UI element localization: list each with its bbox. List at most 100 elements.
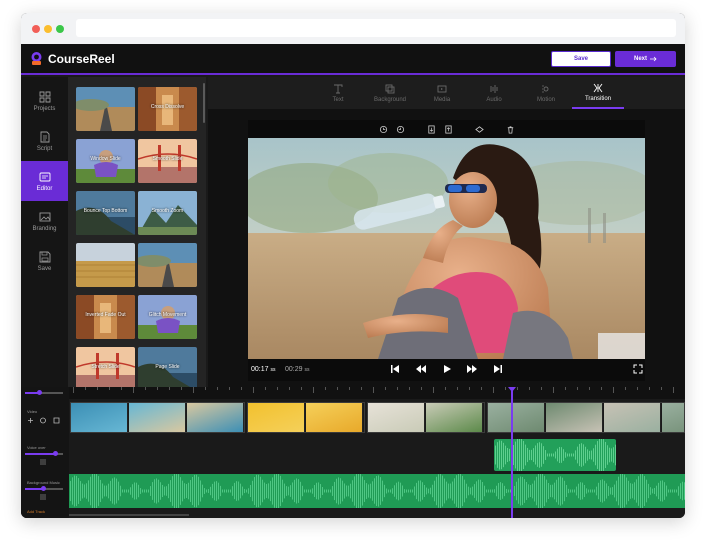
delete-icon[interactable]: [506, 125, 515, 134]
thumbnail-label: Smooth Slide: [152, 156, 183, 162]
timeline-scrollbar[interactable]: [69, 514, 189, 516]
transition-thumbnail[interactable]: Smooth Zoom: [138, 191, 197, 235]
waveform-bar: [274, 474, 275, 508]
address-bar[interactable]: [76, 19, 676, 37]
play-icon[interactable]: [442, 364, 452, 374]
transition-thumbnail[interactable]: Bounce Top Bottom: [76, 191, 135, 235]
waveform-bar: [138, 484, 139, 498]
transition-thumbnail[interactable]: Cross Dissolve: [138, 87, 197, 131]
waveform-bar: [268, 483, 269, 499]
fast-forward-icon[interactable]: [467, 364, 477, 374]
waveform-bar: [537, 443, 538, 467]
waveform-bar: [602, 479, 603, 503]
tab-audio[interactable]: Audio: [468, 77, 520, 109]
waveform-bar: [596, 486, 597, 496]
video-clip[interactable]: [367, 402, 485, 433]
tab-text[interactable]: Text: [312, 77, 364, 109]
waveform-bar: [280, 475, 281, 507]
waveform-bar: [184, 483, 185, 499]
add-track-link[interactable]: Add Track: [27, 509, 45, 514]
waveform-bar: [188, 482, 189, 500]
transition-thumbnail[interactable]: Stretch Slide: [76, 347, 135, 387]
waveform-bar: [238, 481, 239, 501]
save-button[interactable]: Save: [551, 51, 611, 67]
waveform-bar: [170, 480, 171, 502]
ruler-tick: [385, 387, 386, 390]
tab-media[interactable]: Media: [416, 77, 468, 109]
waveform-bar: [523, 440, 524, 470]
waveform-bar: [591, 450, 592, 460]
video-clip[interactable]: [487, 402, 685, 433]
waveform-bar: [176, 474, 177, 508]
sidebar-item-projects[interactable]: Projects: [21, 81, 68, 121]
transition-thumbnail[interactable]: Inverted Fade Out: [76, 295, 135, 339]
transition-thumbnail[interactable]: Glitch Movement: [138, 295, 197, 339]
video-preview[interactable]: [248, 138, 645, 359]
transition-thumbnail[interactable]: Page Slide: [138, 347, 197, 387]
waveform-bar: [220, 485, 221, 497]
tab-transition[interactable]: Transition: [572, 77, 624, 109]
waveform-bar: [74, 475, 75, 507]
video-clip[interactable]: [247, 402, 365, 433]
waveform-bar: [248, 488, 249, 494]
music-volume-slider[interactable]: [25, 486, 63, 491]
time-ruler[interactable]: [69, 387, 685, 399]
minimize-window-dot[interactable]: [44, 25, 52, 33]
next-button[interactable]: Next: [615, 51, 676, 67]
waveform-bar: [472, 486, 473, 496]
tab-motion[interactable]: Motion: [520, 77, 572, 109]
waveform-bar: [80, 481, 81, 501]
app-name: CourseReel: [48, 51, 115, 66]
transition-thumbnail[interactable]: [138, 243, 197, 287]
send-back-icon[interactable]: [444, 124, 453, 134]
transition-thumbnail[interactable]: [76, 87, 135, 131]
playhead[interactable]: [511, 387, 513, 518]
sidebar-item-save[interactable]: Save: [21, 241, 68, 281]
waveform-bar: [440, 474, 441, 508]
waveform-bar: [126, 489, 127, 493]
waveform-bar: [300, 481, 301, 501]
rotate-right-icon[interactable]: [396, 125, 405, 134]
close-window-dot[interactable]: [32, 25, 40, 33]
thumbnail-label: Window Slide: [90, 156, 121, 162]
transition-thumbnail[interactable]: Smooth Slide: [138, 139, 197, 183]
skip-end-icon[interactable]: [493, 364, 503, 374]
waveform-bar: [108, 483, 109, 499]
voice-volume-slider[interactable]: [25, 451, 63, 456]
waveform-bar: [606, 483, 607, 499]
tab-background[interactable]: Background: [364, 77, 416, 109]
ruler-tick: [97, 387, 98, 390]
waveform-bar: [662, 480, 663, 502]
fullscreen-icon[interactable]: [633, 364, 643, 374]
sidebar-item-branding[interactable]: Branding: [21, 201, 68, 241]
ruler-tick: [409, 387, 410, 390]
waveform-bar: [609, 447, 610, 463]
waveform-bar: [462, 475, 463, 507]
video-track-tools-icon[interactable]: [27, 417, 61, 424]
sidebar-item-script[interactable]: Script: [21, 121, 68, 161]
waveform-bar: [578, 483, 579, 499]
waveform-bar: [242, 486, 243, 496]
rewind-icon[interactable]: [416, 364, 426, 374]
video-clip[interactable]: [70, 402, 245, 433]
arrow-right-icon: [650, 56, 657, 62]
maximize-window-dot[interactable]: [56, 25, 64, 33]
waveform-bar: [450, 483, 451, 499]
background-music-waveform[interactable]: [69, 474, 685, 508]
waveform-bar: [276, 474, 277, 508]
sidebar-item-editor[interactable]: Editor: [21, 161, 68, 201]
thumbnails-scrollbar[interactable]: [203, 83, 205, 123]
waveform-bar: [614, 484, 615, 498]
skip-start-icon[interactable]: [390, 364, 400, 374]
layers-icon: [385, 84, 395, 93]
transition-thumbnail[interactable]: Window Slide: [76, 139, 135, 183]
voice-track-handle-icon[interactable]: [39, 459, 47, 465]
rotate-left-icon[interactable]: [379, 125, 388, 134]
waveform-bar: [564, 480, 565, 502]
zoom-slider[interactable]: [25, 390, 63, 395]
waveform-bar: [652, 488, 653, 494]
music-track-handle-icon[interactable]: [39, 494, 47, 500]
bring-front-icon[interactable]: [427, 124, 436, 134]
transition-thumbnail[interactable]: [76, 243, 135, 287]
flip-icon[interactable]: [474, 125, 484, 134]
